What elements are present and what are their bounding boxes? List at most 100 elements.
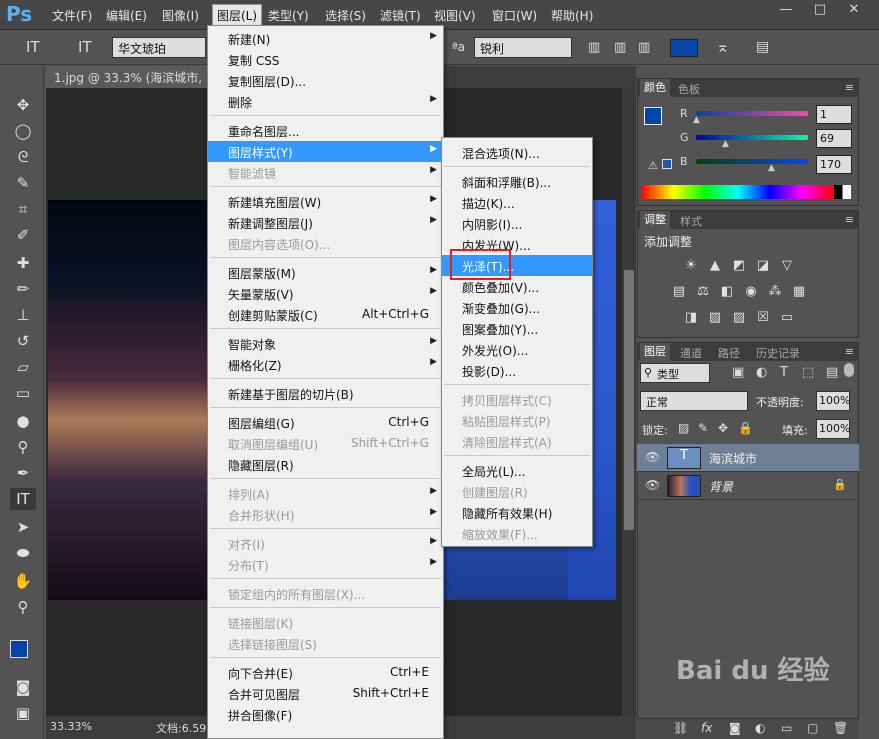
menu-item[interactable]: 删除 ▶ — [208, 91, 443, 112]
layer-row-background[interactable]: 👁 背景 🔒 — [637, 472, 859, 500]
menu-item[interactable]: 新建调整图层(J) ▶ — [208, 212, 443, 233]
color-spectrum-bar[interactable] — [641, 185, 851, 199]
type-tool-icon[interactable]: IT — [26, 38, 40, 56]
menu-2[interactable]: 编辑(E) — [106, 7, 147, 24]
fg-color-swatch[interactable] — [644, 107, 662, 125]
menu-item[interactable]: 渐变叠加(G)... — [442, 297, 592, 318]
b-slider[interactable] — [696, 159, 808, 164]
menu-item[interactable]: 图层编组(G) Ctrl+G — [208, 412, 443, 433]
layer-row-text[interactable]: 👁 T 海滨城市 — [637, 444, 859, 472]
filter-pixel-icon[interactable]: ▣ — [732, 365, 744, 380]
menu-item[interactable]: 外发光(O)... — [442, 339, 592, 360]
align-center-icon[interactable]: ▥ — [614, 40, 626, 55]
panel-menu-icon[interactable]: ≡ — [845, 213, 854, 226]
menu-item[interactable]: 描边(K)... — [442, 192, 592, 213]
r-slider-thumb[interactable]: ▲ — [693, 115, 700, 125]
menu-item[interactable]: 投影(D)... — [442, 360, 592, 381]
panel-menu-icon[interactable]: ≡ — [845, 345, 854, 358]
menu-item[interactable]: 复制图层(D)... — [208, 70, 443, 91]
history-brush-icon[interactable]: ↺ — [10, 330, 36, 352]
r-value-input[interactable]: 1 — [816, 105, 852, 124]
menu-item[interactable]: 图层样式(Y) ▶ — [208, 141, 443, 162]
fill-input[interactable]: 100% — [816, 419, 850, 439]
menu-6[interactable]: 选择(S) — [325, 7, 366, 24]
gradient-tool-icon[interactable]: ▭ — [10, 382, 36, 404]
curves-icon[interactable]: ◩ — [730, 257, 748, 275]
g-slider[interactable] — [696, 135, 808, 140]
levels-icon[interactable]: ▲ — [706, 257, 724, 275]
lock-image-icon[interactable]: ✎ — [698, 421, 708, 435]
g-value-input[interactable]: 69 — [816, 129, 852, 148]
healing-tool-icon[interactable]: ✚ — [10, 252, 36, 274]
menu-5[interactable]: 类型(Y) — [268, 7, 309, 24]
tab-paths[interactable]: 路径 — [718, 345, 740, 361]
marquee-tool-icon[interactable]: ◯ — [10, 120, 36, 142]
filter-adjust-icon[interactable]: ◐ — [756, 365, 767, 380]
black-white-icon[interactable]: ◧ — [718, 283, 736, 301]
menu-10[interactable]: 帮助(H) — [551, 7, 593, 24]
menu-item[interactable]: 斜面和浮雕(B)... — [442, 171, 592, 192]
lock-all-icon[interactable]: 🔒 — [738, 421, 753, 435]
new-adjustment-icon[interactable]: ◐ — [755, 721, 765, 735]
gradient-map-icon[interactable]: ▭ — [778, 309, 796, 327]
tab-layers[interactable]: 图层 — [640, 343, 670, 361]
menu-item[interactable]: 栅格化(Z) ▶ — [208, 354, 443, 375]
filter-toggle[interactable] — [844, 363, 854, 377]
text-orientation-icon[interactable]: IT — [78, 38, 92, 56]
quick-mask-icon[interactable]: ◙ — [10, 676, 36, 698]
hand-tool-icon[interactable]: ✋ — [10, 570, 36, 592]
tab-history[interactable]: 历史记录 — [756, 345, 800, 361]
filter-shape-icon[interactable]: ⬚ — [802, 365, 814, 380]
exposure-icon[interactable]: ◪ — [754, 257, 772, 275]
menu-item[interactable]: 内阴影(I)... — [442, 213, 592, 234]
hue-saturation-icon[interactable]: ▤ — [670, 283, 688, 301]
menu-7[interactable]: 滤镜(T) — [380, 7, 421, 24]
pen-tool-icon[interactable]: ✒ — [10, 462, 36, 484]
menu-item[interactable]: 隐藏所有效果(H) — [442, 502, 592, 523]
crop-tool-icon[interactable]: ⌗ — [10, 198, 36, 220]
new-layer-icon[interactable]: ▢ — [807, 721, 818, 735]
screen-mode-icon[interactable]: ▣ — [10, 702, 36, 724]
menu-9[interactable]: 窗口(W) — [492, 7, 537, 24]
antialias-select[interactable]: 锐利 — [474, 37, 572, 58]
b-slider-thumb[interactable]: ▲ — [768, 163, 775, 173]
selective-color-icon[interactable]: ☒ — [754, 309, 772, 327]
quick-select-tool-icon[interactable]: ✎ — [10, 172, 36, 194]
g-slider-thumb[interactable]: ▲ — [722, 139, 729, 149]
visibility-eye-icon[interactable]: 👁 — [645, 450, 660, 464]
delete-layer-icon[interactable]: 🗑 — [833, 721, 848, 735]
move-tool-icon[interactable]: ✥ — [10, 94, 36, 116]
blur-tool-icon[interactable]: ● — [10, 410, 36, 432]
fx-icon[interactable]: fx — [701, 721, 712, 735]
close-button[interactable]: ✕ — [842, 2, 866, 20]
threshold-icon[interactable]: ▨ — [730, 309, 748, 327]
dodge-tool-icon[interactable]: ⚲ — [10, 436, 36, 458]
lock-position-icon[interactable]: ✥ — [718, 421, 728, 435]
ellipse-tool-icon[interactable]: ⬬ — [10, 542, 36, 564]
font-family-select[interactable]: 华文琥珀 — [112, 37, 206, 58]
filter-type-icon[interactable]: T — [780, 365, 788, 380]
menu-item[interactable]: 矢量蒙版(V) ▶ — [208, 283, 443, 304]
posterize-icon[interactable]: ▧ — [706, 309, 724, 327]
tab-channels[interactable]: 通道 — [680, 345, 702, 361]
eraser-tool-icon[interactable]: ▱ — [10, 356, 36, 378]
new-group-icon[interactable]: ▭ — [781, 721, 792, 735]
invert-icon[interactable]: ◨ — [682, 309, 700, 327]
brightness-icon[interactable]: ☀ — [682, 257, 700, 275]
opacity-input[interactable]: 100% — [816, 391, 850, 411]
menu-item[interactable]: 隐藏图层(R) — [208, 454, 443, 475]
brush-tool-icon[interactable]: ✏ — [10, 278, 36, 300]
tab-styles[interactable]: 样式 — [680, 213, 702, 229]
add-mask-icon[interactable]: ◙ — [729, 721, 741, 735]
layer-name[interactable]: 海滨城市 — [709, 450, 757, 467]
blend-mode-select[interactable]: 正常 — [640, 391, 748, 411]
lock-transparent-icon[interactable]: ▨ — [678, 421, 689, 435]
color-lookup-icon[interactable]: ▦ — [790, 283, 808, 301]
warp-text-icon[interactable]: ⌅ — [716, 37, 729, 56]
menu-item[interactable]: 复制 CSS — [208, 49, 443, 70]
character-panel-icon[interactable]: ▤ — [756, 39, 769, 55]
visibility-eye-icon[interactable]: 👁 — [645, 478, 660, 492]
menu-item[interactable]: 拼合图像(F) — [208, 704, 443, 725]
photo-filter-icon[interactable]: ◉ — [742, 283, 760, 301]
tab-adjustments[interactable]: 调整 — [640, 211, 670, 229]
